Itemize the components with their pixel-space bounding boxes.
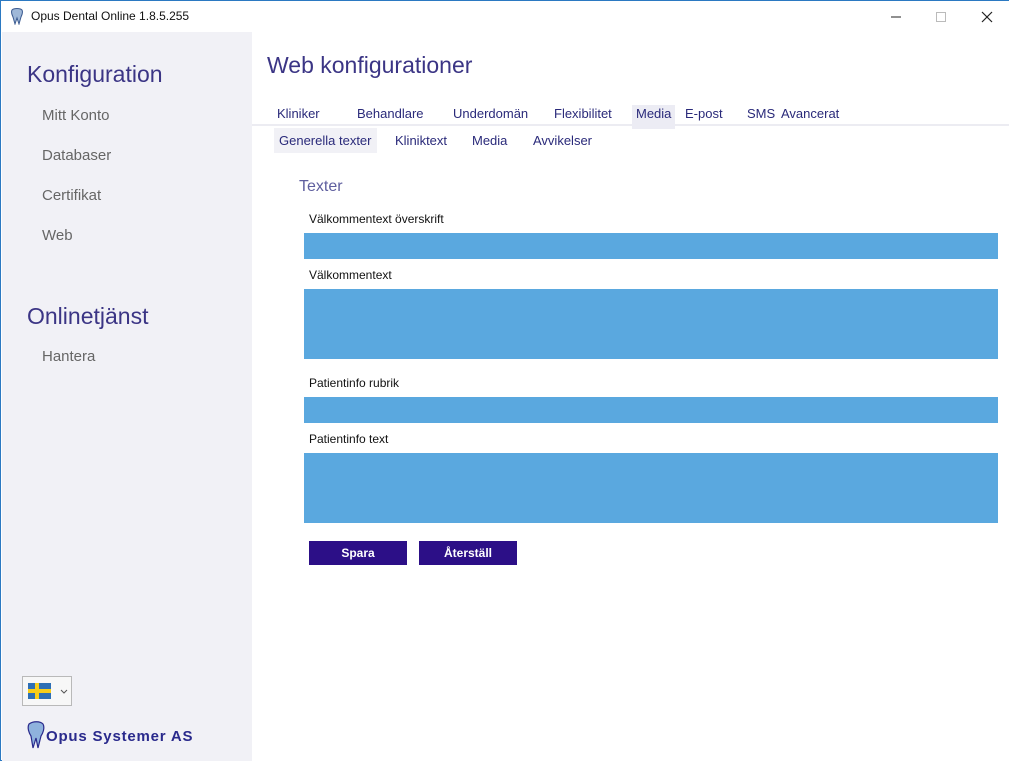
tooth-icon	[11, 8, 23, 25]
sidebar-item-mitt-konto[interactable]: Mitt Konto	[42, 107, 110, 124]
close-button[interactable]	[964, 1, 1009, 32]
tab-kliniker[interactable]: Kliniker	[273, 105, 324, 129]
subtab-avvikelser[interactable]: Avvikelser	[528, 128, 597, 153]
swedish-flag-icon	[28, 683, 51, 699]
tab-behandlare[interactable]: Behandlare	[353, 105, 428, 129]
sidebar-item-web[interactable]: Web	[42, 227, 73, 244]
tab-sms[interactable]: SMS	[743, 105, 779, 129]
title-bar: Opus Dental Online 1.8.5.255	[1, 0, 1009, 32]
field-label-patientinfo-text: Patientinfo text	[309, 432, 389, 446]
maximize-button[interactable]	[918, 1, 964, 32]
sidebar: Konfiguration Mitt Konto Databaser Certi…	[2, 32, 252, 761]
sidebar-item-databaser[interactable]: Databaser	[42, 147, 111, 164]
subtab-kliniktext[interactable]: Kliniktext	[390, 128, 452, 153]
subtab-generella-texter[interactable]: Generella texter	[274, 128, 377, 153]
subtab-bar: Generella texter Kliniktext Media Avvike…	[252, 128, 1009, 154]
logo-text: Opus Systemer AS	[46, 728, 194, 745]
minimize-icon	[891, 16, 901, 17]
sidebar-item-certifikat[interactable]: Certifikat	[42, 187, 101, 204]
window-title: Opus Dental Online 1.8.5.255	[31, 9, 190, 23]
tab-underdoman[interactable]: Underdomän	[449, 105, 532, 129]
field-label-patientinfo-rubrik: Patientinfo rubrik	[309, 376, 400, 390]
tab-flexibilitet[interactable]: Flexibilitet	[550, 105, 616, 129]
field-label-valkommentext-overskrift: Välkommentext överskrift	[309, 212, 444, 226]
valkommentext-textarea[interactable]	[304, 289, 998, 359]
page-title: Web konfigurationer	[267, 52, 473, 78]
maximize-icon	[936, 11, 946, 22]
tab-e-post[interactable]: E-post	[681, 105, 727, 129]
sidebar-item-hantera[interactable]: Hantera	[42, 348, 95, 365]
valkommentext-overskrift-input[interactable]	[304, 233, 998, 259]
group-title: Texter	[299, 178, 343, 195]
app-window: Opus Dental Online 1.8.5.255 Konfigurati…	[0, 0, 1009, 761]
chevron-down-icon	[60, 689, 68, 694]
sidebar-section-konfiguration: Konfiguration	[27, 61, 163, 87]
main-content: Web konfigurationer Kliniker Behandlare …	[252, 32, 1009, 761]
patientinfo-text-textarea[interactable]	[304, 453, 998, 523]
tab-avancerat[interactable]: Avancerat	[777, 105, 843, 129]
company-logo: Opus Systemer AS	[26, 721, 236, 751]
tooth-logo-icon	[27, 721, 45, 749]
minimize-button[interactable]	[873, 1, 919, 32]
reset-button[interactable]: Återställ	[419, 541, 517, 565]
patientinfo-rubrik-input[interactable]	[304, 397, 998, 423]
tab-media[interactable]: Media	[632, 105, 676, 129]
field-label-valkommentext: Välkommentext	[309, 268, 392, 282]
save-button[interactable]: Spara	[309, 541, 407, 565]
close-icon	[981, 11, 993, 22]
tab-bar: Kliniker Behandlare Underdomän Flexibili…	[252, 102, 1009, 129]
subtab-media[interactable]: Media	[467, 128, 512, 153]
language-select[interactable]	[22, 676, 72, 706]
sidebar-section-onlinetjanst: Onlinetjänst	[27, 303, 149, 329]
